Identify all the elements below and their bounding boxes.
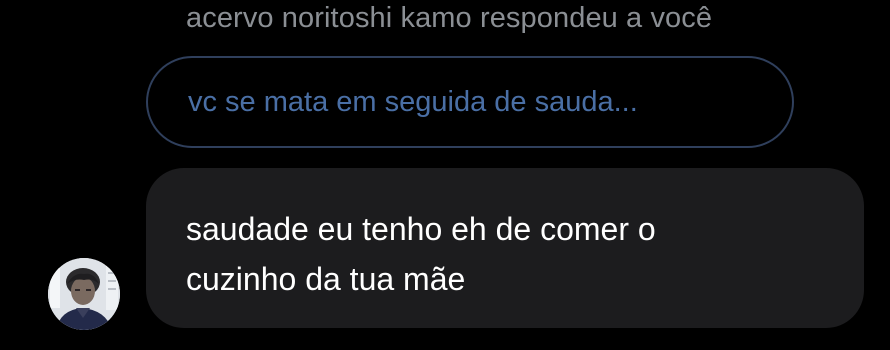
sender-avatar[interactable] (48, 258, 120, 330)
quoted-message-bubble[interactable]: vc se mata em seguida de sauda... (146, 56, 794, 148)
quoted-message-text: vc se mata em seguida de sauda... (188, 85, 638, 118)
dm-conversation: acervo noritoshi kamo respondeu a você v… (0, 0, 890, 350)
person-portrait-icon (48, 258, 120, 330)
reply-context-header: acervo noritoshi kamo respondeu a você (186, 2, 713, 34)
message-text: saudade eu tenho eh de comer o cuzinho d… (186, 211, 656, 297)
message-bubble[interactable]: saudade eu tenho eh de comer o cuzinho d… (146, 168, 864, 328)
